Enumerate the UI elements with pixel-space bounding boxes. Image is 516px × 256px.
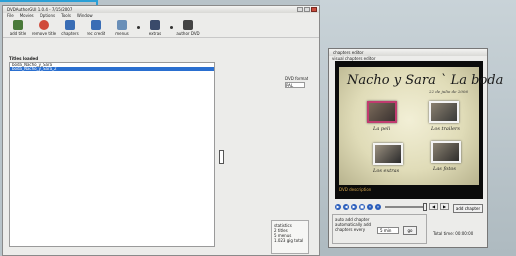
accent-line bbox=[0, 0, 96, 2]
total-time: Total time: 00:00:00 bbox=[433, 231, 474, 236]
menu-preview[interactable]: Nacho y Sara ` La boda 22 de julio de 20… bbox=[335, 61, 503, 199]
menu-title: Nacho y Sara ` La boda bbox=[347, 73, 504, 88]
dvd-format-select[interactable]: PAL bbox=[285, 82, 305, 88]
thumb-las-fotos[interactable] bbox=[431, 141, 461, 163]
caption-las-fotos: Las fotos bbox=[433, 166, 456, 172]
auto-every-label: automatically add chapters every bbox=[335, 222, 372, 232]
statistics-panel: statistics 2 titles 5 menus 1.023 gig to… bbox=[271, 220, 309, 254]
add-title-button[interactable]: add title bbox=[7, 20, 29, 36]
transport-controls: ▶ ◀ ▶ ■ « » bbox=[335, 203, 381, 211]
add-chapter-button[interactable]: add chapter bbox=[453, 204, 483, 213]
author-dvd-button[interactable]: author DVD bbox=[176, 20, 200, 36]
play-icon[interactable]: ▶ bbox=[335, 204, 341, 210]
main-window-title: DVDAuthorGUI 1.0.4 - 7/15/2007 bbox=[7, 7, 73, 12]
chapters-window: chapters editor visual chapters editor N… bbox=[328, 48, 503, 248]
menu-movies[interactable]: Movies bbox=[20, 13, 34, 18]
extras-button[interactable]: extras bbox=[144, 20, 166, 36]
dvd-format-label: DVD format bbox=[285, 76, 309, 81]
minimize-button[interactable] bbox=[297, 7, 303, 12]
menu-window[interactable]: Window bbox=[77, 13, 93, 18]
maximize-button[interactable] bbox=[304, 7, 310, 12]
rec-credit-icon bbox=[91, 20, 101, 30]
list-scroll-stepper[interactable] bbox=[219, 150, 224, 164]
thumb-los-extras[interactable] bbox=[373, 143, 403, 165]
go-button[interactable]: go bbox=[403, 226, 417, 235]
toolbar: add title remove title chapters rec cred… bbox=[3, 18, 319, 38]
thumb-la-peli[interactable] bbox=[367, 101, 397, 123]
thumb-los-trailers[interactable] bbox=[429, 101, 459, 123]
rewind-icon[interactable]: « bbox=[367, 204, 373, 210]
rec-credit-button[interactable]: rec credit bbox=[85, 20, 107, 36]
remove-title-button[interactable]: remove title bbox=[32, 20, 56, 36]
minutes-select[interactable]: 5 min bbox=[377, 227, 399, 234]
extras-icon bbox=[150, 20, 160, 30]
toolbar-separator bbox=[170, 26, 173, 29]
titles-list-label: Titles loaded bbox=[9, 56, 39, 61]
stat-line: 1.023 gig total bbox=[274, 238, 304, 243]
chapters-window-title: chapters editor bbox=[333, 50, 364, 55]
previous-icon[interactable]: ◀ bbox=[343, 204, 349, 210]
author-dvd-icon bbox=[183, 20, 193, 30]
prev-chapter-button[interactable]: ◀ bbox=[429, 203, 438, 210]
menus-icon bbox=[117, 20, 127, 30]
forward-icon[interactable]: » bbox=[375, 204, 381, 210]
chapters-title-bar: chapters editor bbox=[329, 49, 487, 56]
add-title-icon bbox=[13, 20, 23, 30]
chapters-icon bbox=[65, 20, 75, 30]
next-chapter-button[interactable]: ▶ bbox=[440, 203, 449, 210]
toolbar-separator bbox=[137, 26, 140, 29]
caption-la-peli: La peli bbox=[373, 126, 391, 132]
menu-background: Nacho y Sara ` La boda 22 de julio de 20… bbox=[339, 67, 503, 185]
main-title-bar: DVDAuthorGUI 1.0.4 - 7/15/2007 bbox=[3, 6, 319, 13]
stop-icon[interactable]: ■ bbox=[359, 204, 365, 210]
main-window: DVDAuthorGUI 1.0.4 - 7/15/2007 File Movi… bbox=[2, 5, 320, 256]
close-button[interactable] bbox=[311, 7, 317, 12]
caption-los-extras: Los extras bbox=[373, 168, 400, 174]
menu-tools[interactable]: Tools bbox=[61, 13, 71, 18]
list-item-selected[interactable]: boda_Nacho_y_Sara_2 bbox=[10, 67, 214, 71]
next-icon[interactable]: ▶ bbox=[351, 204, 357, 210]
caption-los-trailers: Los trailers bbox=[431, 126, 460, 132]
menu-file[interactable]: File bbox=[7, 13, 14, 18]
timeline-knob[interactable] bbox=[423, 203, 427, 211]
timeline-slider[interactable] bbox=[385, 206, 425, 208]
menu-options[interactable]: Options bbox=[40, 13, 55, 18]
titles-list[interactable]: boda_Nacho_y_Sara boda_Nacho_y_Sara_2 bbox=[9, 62, 215, 247]
chapters-button[interactable]: chapters bbox=[59, 20, 81, 36]
menu-date: 22 de julio de 2006 bbox=[429, 89, 468, 94]
menus-button[interactable]: menus bbox=[111, 20, 133, 36]
dvd-description: DVD description bbox=[339, 187, 372, 192]
remove-title-icon bbox=[39, 20, 49, 30]
